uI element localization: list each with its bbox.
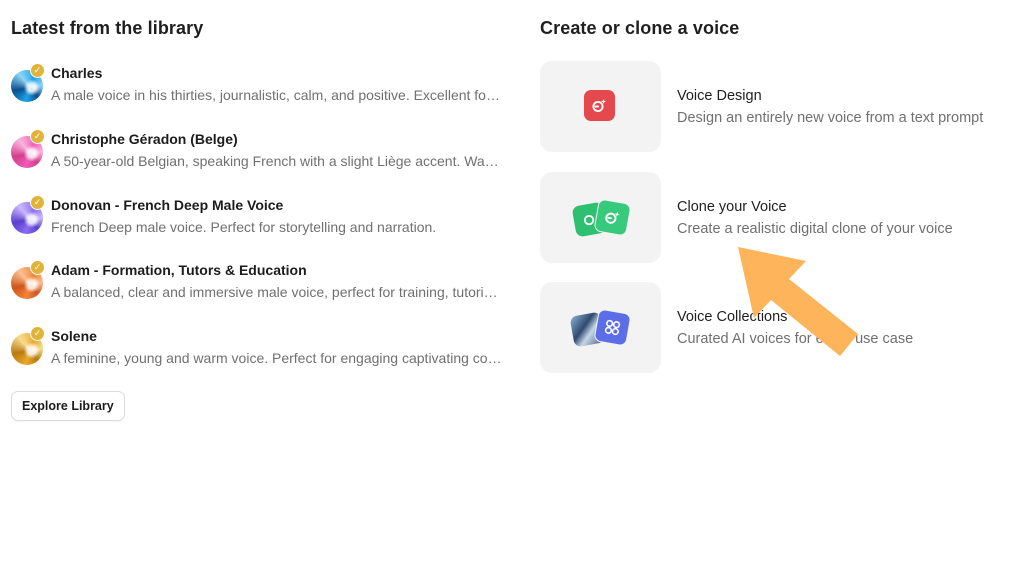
voice-collections-card[interactable]: Voice Collections Curated AI voices for …: [540, 282, 1010, 373]
voice-name: Solene: [51, 328, 97, 344]
voice-item-donovan[interactable]: ✓ Donovan - French Deep Male Voice Frenc…: [11, 195, 511, 245]
clone-voice-card[interactable]: Clone your Voice Create a realistic digi…: [540, 172, 1010, 263]
verified-badge-icon: ✓: [30, 63, 45, 78]
card-description: Curated AI voices for every use case: [677, 331, 914, 347]
voice-item-charles[interactable]: ✓ Charles A male voice in his thirties, …: [11, 63, 511, 113]
voice-description: A balanced, clear and immersive male voi…: [51, 284, 503, 300]
verified-badge-icon: ✓: [30, 129, 45, 144]
card-title: Clone your Voice: [677, 199, 787, 215]
voice-name: Charles: [51, 65, 103, 81]
voice-design-card[interactable]: Voice Design Design an entirely new voic…: [540, 61, 1010, 152]
voice-name: Adam - Formation, Tutors & Education: [51, 262, 307, 278]
voice-design-icon: [584, 90, 615, 121]
voice-description: A 50-year-old Belgian, speaking French w…: [51, 153, 503, 169]
voice-item-adam[interactable]: ✓ Adam - Formation, Tutors & Education A…: [11, 260, 511, 310]
verified-badge-icon: ✓: [30, 195, 45, 210]
voice-item-christophe[interactable]: ✓ Christophe Géradon (Belge) A 50-year-o…: [11, 129, 511, 179]
verified-badge-icon: ✓: [30, 260, 45, 275]
create-section-title: Create or clone a voice: [540, 18, 740, 38]
voice-description: French Deep male voice. Perfect for stor…: [51, 219, 437, 235]
card-title: Voice Design: [677, 88, 762, 104]
card-description: Create a realistic digital clone of your…: [677, 221, 953, 237]
explore-library-button[interactable]: Explore Library: [11, 391, 125, 421]
card-title: Voice Collections: [677, 309, 788, 325]
verified-badge-icon: ✓: [30, 326, 45, 341]
voice-collections-icon: [593, 308, 632, 347]
voice-name: Donovan - French Deep Male Voice: [51, 197, 284, 213]
card-description: Design an entirely new voice from a text…: [677, 110, 984, 126]
voice-name: Christophe Géradon (Belge): [51, 131, 238, 147]
card-thumbnail: [540, 172, 661, 263]
voice-description: A male voice in his thirties, journalist…: [51, 87, 503, 103]
card-thumbnail: [540, 61, 661, 152]
voice-item-solene[interactable]: ✓ Solene A feminine, young and warm voic…: [11, 326, 511, 376]
voice-clone-icon: [593, 198, 632, 237]
library-section-title: Latest from the library: [11, 18, 204, 38]
voice-description: A feminine, young and warm voice. Perfec…: [51, 350, 503, 366]
card-thumbnail: [540, 282, 661, 373]
